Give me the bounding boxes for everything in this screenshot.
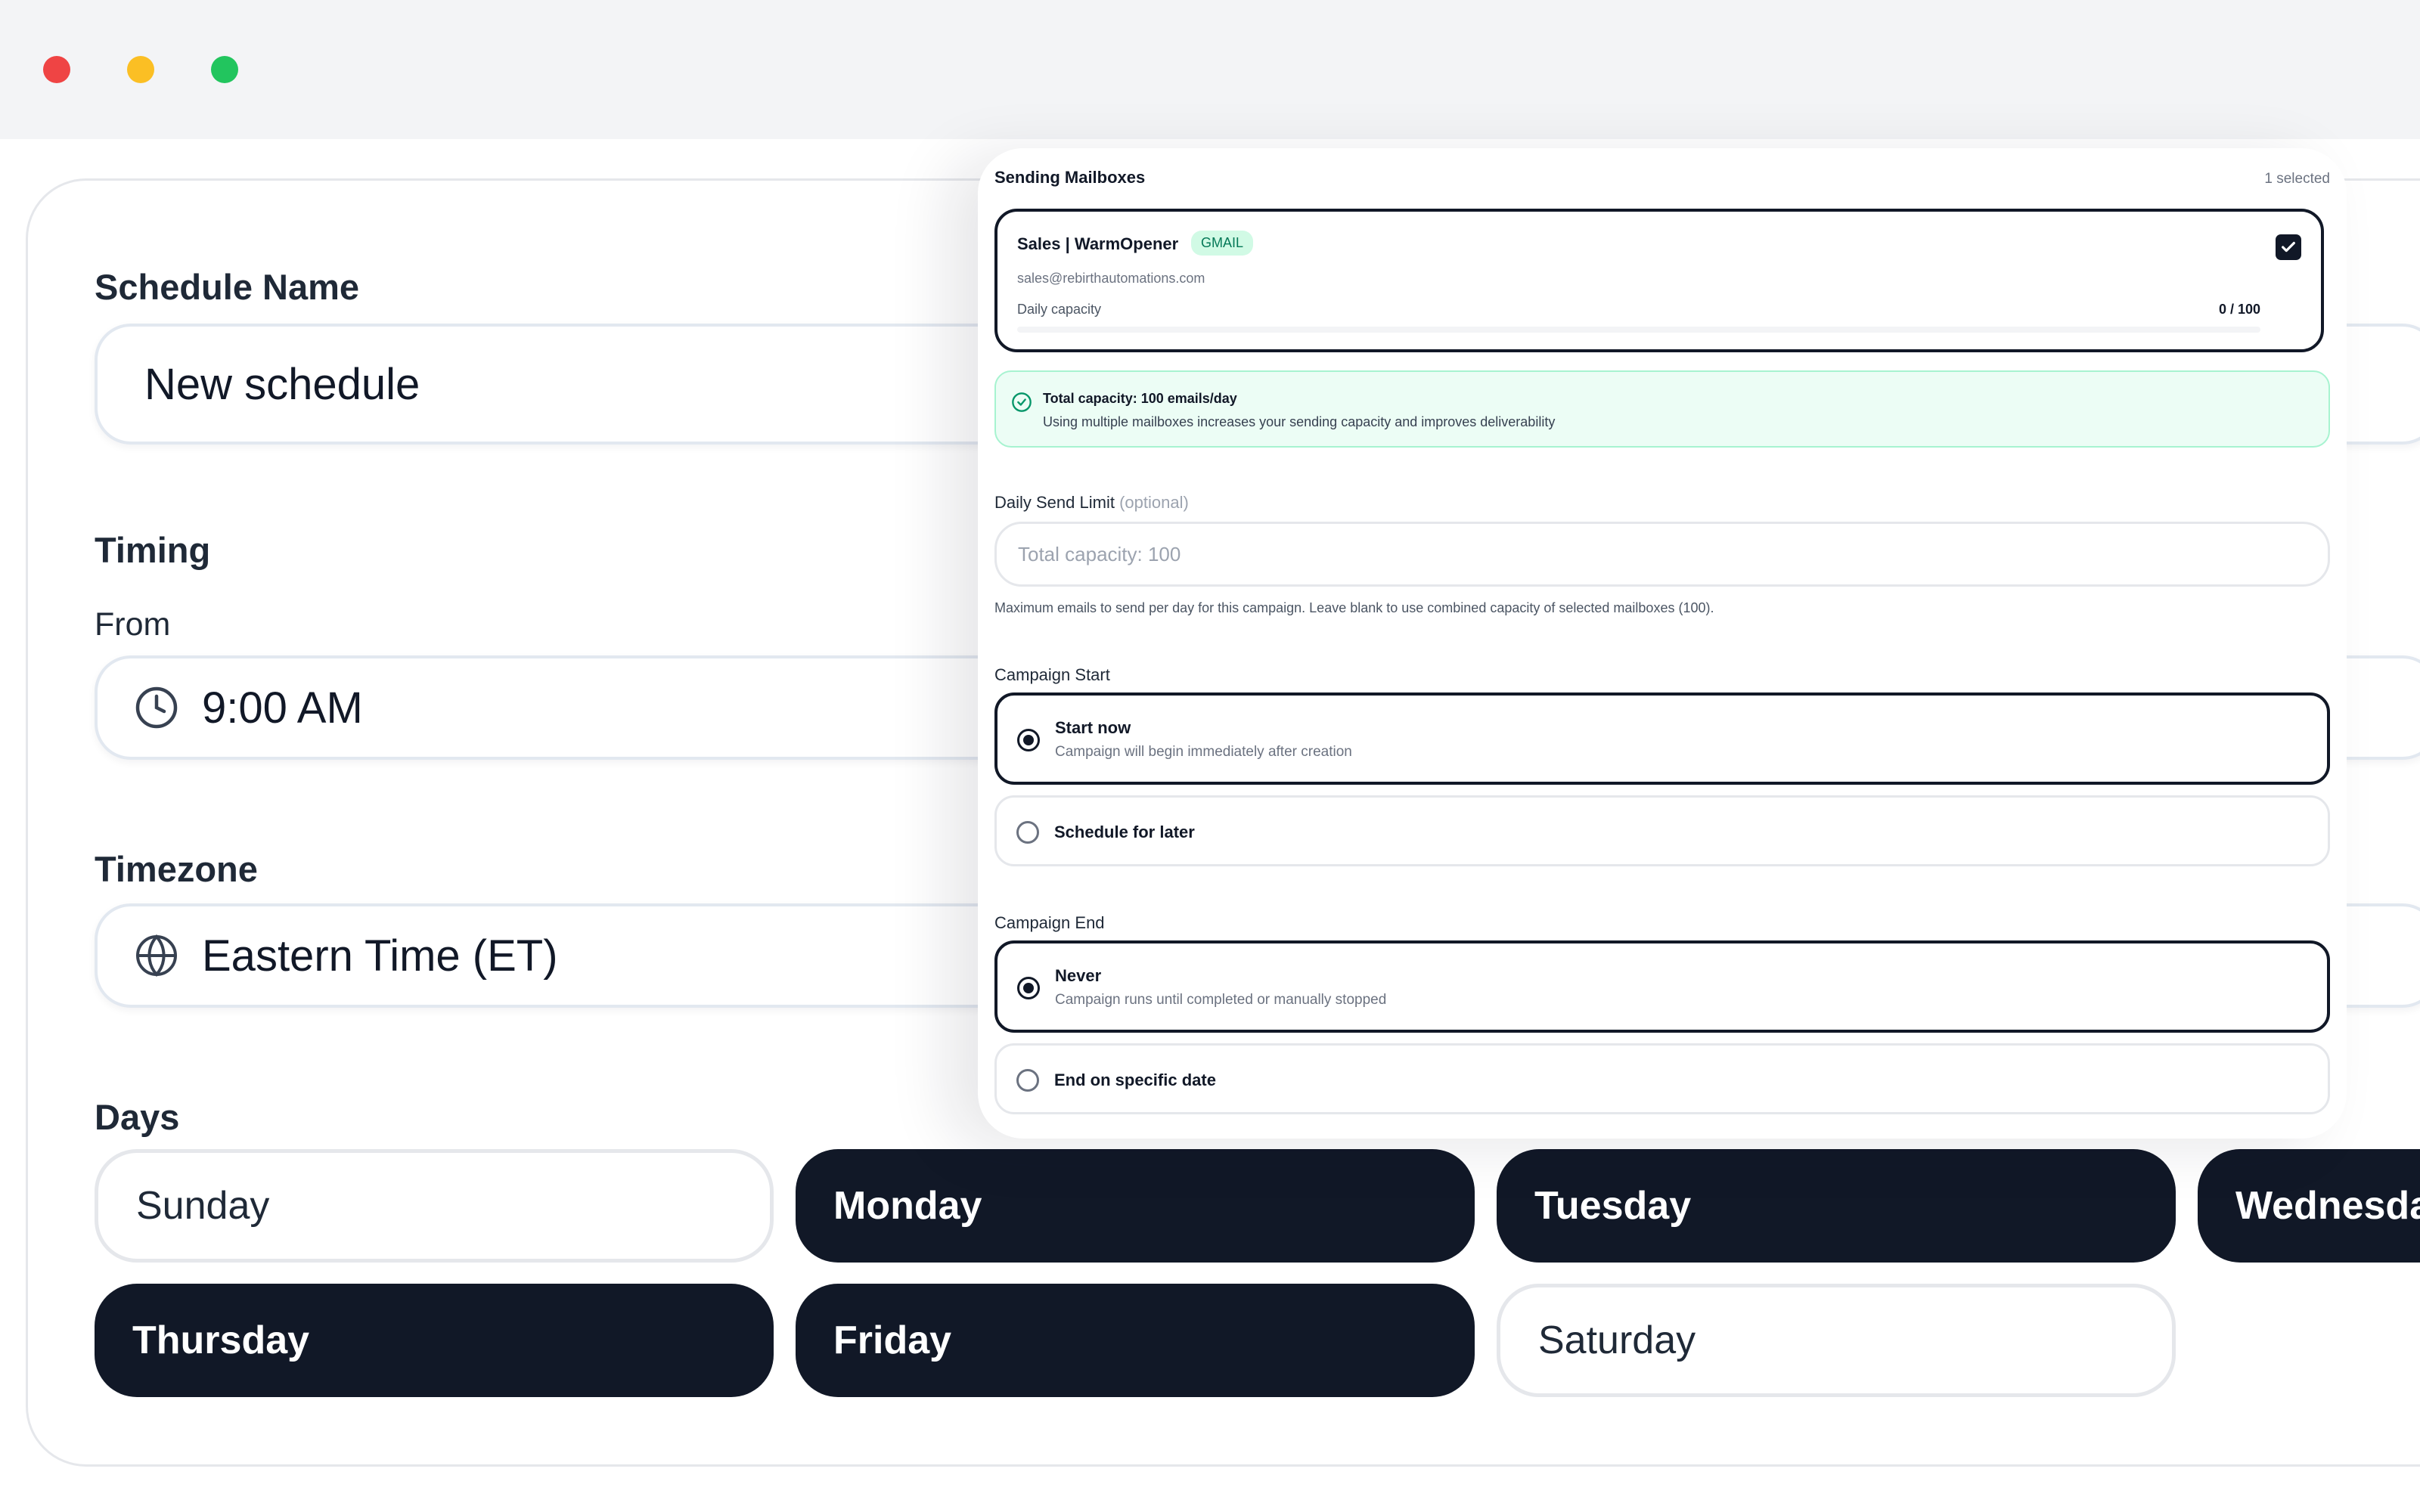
daily-send-limit-text: Daily Send Limit bbox=[994, 493, 1115, 512]
schedule-name-label: Schedule Name bbox=[95, 267, 360, 307]
option-title: End on specific date bbox=[1054, 1070, 1216, 1089]
day-label: Monday bbox=[833, 1184, 982, 1228]
day-monday-button[interactable]: Monday bbox=[796, 1149, 1475, 1263]
sending-mailboxes-title: Sending Mailboxes bbox=[994, 168, 1146, 187]
day-label: Tuesday bbox=[1534, 1184, 1692, 1228]
daily-capacity-value: 0 / 100 bbox=[2218, 302, 2260, 317]
daily-capacity-label: Daily capacity bbox=[1017, 302, 1102, 317]
mailbox-email: sales@rebirthautomations.com bbox=[1017, 271, 1205, 286]
day-label: Saturday bbox=[1538, 1318, 1696, 1362]
globe-icon bbox=[134, 933, 179, 978]
campaign-start-label: Campaign Start bbox=[994, 665, 1110, 684]
window-close-button[interactable] bbox=[43, 56, 70, 83]
daily-send-limit-label: Daily Send Limit (optional) bbox=[994, 493, 1189, 513]
mailbox-name: Sales | WarmOpener bbox=[1017, 234, 1179, 253]
window-minimize-button[interactable] bbox=[127, 56, 154, 83]
day-tuesday-button[interactable]: Tuesday bbox=[1497, 1149, 2176, 1263]
window-titlebar bbox=[0, 0, 2420, 139]
check-circle-icon bbox=[1012, 392, 1032, 412]
end-never-radio[interactable] bbox=[1017, 977, 1040, 999]
option-title: Schedule for later bbox=[1054, 823, 1195, 841]
mailbox-card[interactable]: Sales | WarmOpener GMAIL sales@rebirthau… bbox=[994, 209, 2324, 352]
daily-send-limit-input[interactable]: Total capacity: 100 bbox=[994, 522, 2330, 587]
option-title: Start now bbox=[1055, 718, 1131, 737]
option-title: Never bbox=[1055, 966, 1102, 985]
day-label: Wednesda bbox=[2235, 1184, 2420, 1228]
capacity-info-description: Using multiple mailboxes increases your … bbox=[1043, 414, 1556, 429]
from-time-value: 9:00 AM bbox=[202, 683, 363, 733]
capacity-progress-bar bbox=[1017, 327, 2260, 333]
schedule-later-option[interactable]: Schedule for later bbox=[994, 795, 2330, 866]
end-never-option[interactable]: Never Campaign runs until completed or m… bbox=[994, 940, 2330, 1033]
timing-label: Timing bbox=[95, 530, 211, 570]
day-saturday-button[interactable]: Saturday bbox=[1497, 1284, 2176, 1397]
timezone-label: Timezone bbox=[95, 849, 258, 889]
window-maximize-button[interactable] bbox=[211, 56, 238, 83]
selected-count: 1 selected bbox=[2264, 171, 2330, 187]
check-icon bbox=[2282, 241, 2295, 253]
provider-badge: GMAIL bbox=[1191, 231, 1254, 256]
end-on-date-radio[interactable] bbox=[1016, 1069, 1039, 1092]
daily-send-limit-help: Maximum emails to send per day for this … bbox=[994, 600, 1714, 615]
timezone-value: Eastern Time (ET) bbox=[202, 931, 558, 981]
mailbox-checkbox[interactable] bbox=[2276, 234, 2301, 260]
day-thursday-button[interactable]: Thursday bbox=[95, 1284, 774, 1397]
capacity-info-title: Total capacity: 100 emails/day bbox=[1043, 391, 1237, 406]
day-label: Thursday bbox=[132, 1318, 310, 1362]
end-on-date-option[interactable]: End on specific date bbox=[994, 1043, 2330, 1114]
schedule-name-value: New schedule bbox=[144, 359, 420, 409]
schedule-later-radio[interactable] bbox=[1016, 821, 1039, 844]
from-label: From bbox=[95, 606, 171, 643]
start-now-radio[interactable] bbox=[1017, 729, 1040, 751]
option-description: Campaign runs until completed or manuall… bbox=[1055, 992, 1387, 1008]
option-description: Campaign will begin immediately after cr… bbox=[1055, 744, 1352, 760]
capacity-info-banner: Total capacity: 100 emails/day Using mul… bbox=[994, 370, 2330, 448]
optional-hint: (optional) bbox=[1119, 493, 1189, 512]
campaign-settings-panel: Sending Mailboxes 1 selected Sales | War… bbox=[978, 148, 2347, 1139]
campaign-end-label: Campaign End bbox=[994, 913, 1105, 932]
days-label: Days bbox=[95, 1097, 180, 1137]
day-label: Sunday bbox=[136, 1184, 270, 1228]
day-label: Friday bbox=[833, 1318, 952, 1362]
start-now-option[interactable]: Start now Campaign will begin immediatel… bbox=[994, 692, 2330, 785]
daily-send-limit-placeholder: Total capacity: 100 bbox=[1018, 542, 1181, 565]
day-wednesday-button[interactable]: Wednesda bbox=[2198, 1149, 2420, 1263]
clock-icon bbox=[134, 685, 179, 730]
day-friday-button[interactable]: Friday bbox=[796, 1284, 1475, 1397]
day-sunday-button[interactable]: Sunday bbox=[95, 1149, 774, 1263]
